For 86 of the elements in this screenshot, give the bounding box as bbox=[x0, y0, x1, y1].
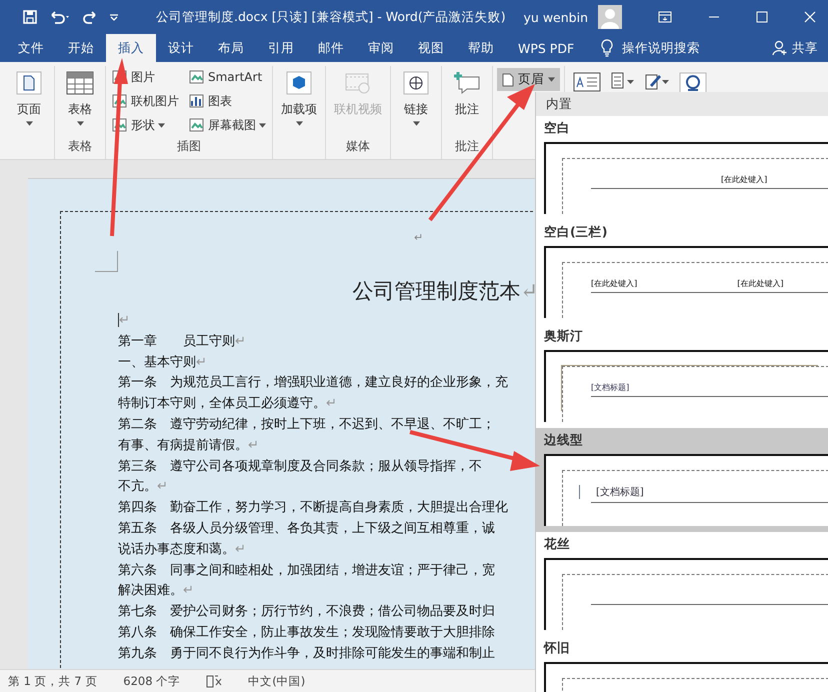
placeholder-text: [在此处键入] bbox=[591, 278, 638, 289]
document-text-line: 第三条 遵守公司各项规章制度及合同条款；服从领导指挥，不 bbox=[118, 458, 482, 476]
text-box-icon[interactable] bbox=[573, 72, 601, 92]
ribbon-button[interactable]: 加载项 bbox=[277, 66, 321, 159]
header-gallery-item[interactable]: 空白(三栏) [在此处键入] [在此处键入] bbox=[536, 220, 828, 324]
paragraph-mark: ↵ bbox=[414, 231, 424, 244]
close-icon[interactable] bbox=[804, 11, 816, 23]
document-text-line: 第七条 爱护公司财务；厉行节约，不浪费；借公司物品要及时归 bbox=[118, 603, 495, 622]
ribbon-button[interactable]: 链接 bbox=[395, 66, 437, 159]
document-text-line: 有事、有病提前请假。↵ bbox=[118, 436, 259, 455]
ribbon-tab[interactable]: 插入 bbox=[106, 34, 156, 62]
window-title: 公司管理制度.docx [只读] [兼容模式] - Word(产品激活失败) bbox=[156, 8, 506, 26]
share-person-icon[interactable] bbox=[772, 40, 788, 56]
ribbon-button[interactable]: 批注 bbox=[446, 66, 488, 138]
group-label: 媒体 bbox=[346, 138, 370, 155]
header-button[interactable]: 页眉 bbox=[497, 68, 560, 91]
group-label: 表格 bbox=[68, 138, 92, 155]
ribbon-tab[interactable]: 邮件 bbox=[306, 34, 356, 62]
document-text-line: 解决困难。↵ bbox=[118, 582, 194, 600]
word-count[interactable]: 6208 个字 bbox=[123, 674, 180, 688]
document-text-line: 第二条 遵守劳动纪律，按时上下班，不迟到、不早退、不旷工； bbox=[118, 416, 495, 434]
document-text-line: 不亢。↵ bbox=[118, 478, 168, 496]
ribbon-tab[interactable]: 布局 bbox=[206, 34, 256, 62]
quick-parts-icon[interactable] bbox=[611, 72, 635, 90]
document-text-line: 一、基本守则↵ bbox=[118, 354, 207, 372]
ribbon-tab[interactable]: 引用 bbox=[256, 34, 306, 62]
placeholder-text: [文档标题] bbox=[591, 382, 630, 393]
caret-icon bbox=[548, 77, 555, 82]
page-count[interactable]: 第 1 页，共 7 页 bbox=[8, 674, 98, 688]
header-gallery-item[interactable]: 花丝 bbox=[536, 532, 828, 636]
maximize-icon[interactable] bbox=[756, 11, 768, 23]
gallery-section-header: 内置 bbox=[536, 92, 828, 116]
user-name: yu wenbin bbox=[524, 10, 588, 24]
document-text-line: 第四条 勤奋工作，努力学习，不断提高自身素质，大胆提出合理化 bbox=[118, 499, 508, 518]
proofing-book-icon[interactable] bbox=[206, 674, 222, 688]
ribbon-button[interactable]: SmartArt bbox=[187, 66, 268, 88]
caret-icon bbox=[412, 121, 420, 126]
document-text-line: 说话办事态度和蔼。↵ bbox=[118, 540, 246, 559]
ribbon-tab[interactable]: WPS PDF bbox=[506, 34, 586, 62]
share-button[interactable]: 共享 bbox=[792, 40, 818, 56]
language-indicator[interactable]: 中文(中国) bbox=[248, 674, 306, 688]
ribbon-tab[interactable]: 设计 bbox=[156, 34, 206, 62]
document-text-line: 第六条 同事之间和睦相处，加强团结，增进友谊；严于律己，宽 bbox=[118, 562, 495, 580]
ribbon-tab[interactable]: 帮助 bbox=[456, 34, 506, 62]
header-gallery-item[interactable]: 怀旧 bbox=[536, 636, 828, 692]
caret-icon bbox=[158, 122, 165, 128]
save-icon[interactable] bbox=[22, 9, 38, 25]
ribbon-button[interactable]: 表格 bbox=[59, 66, 101, 138]
placeholder-text: [文档标题] bbox=[596, 486, 644, 499]
ribbon-button[interactable]: 图表 bbox=[187, 90, 268, 112]
document-text-line: 第九条 勇于同不良行为作斗争，及时排除可能发生的事端和制止 bbox=[118, 644, 495, 663]
placeholder-text: [在此处键入] bbox=[737, 278, 784, 289]
customize-caret-icon[interactable] bbox=[108, 12, 120, 22]
document-title: 公司管理制度范本↵ bbox=[351, 278, 538, 305]
ribbon-button[interactable]: 屏幕截图 bbox=[187, 114, 268, 136]
ribbon-tab[interactable]: 审阅 bbox=[356, 34, 406, 62]
caret-icon bbox=[76, 121, 84, 126]
tell-me-search[interactable]: 操作说明搜索 bbox=[622, 40, 700, 56]
ribbon-display-icon[interactable] bbox=[658, 11, 672, 23]
caret-icon bbox=[26, 121, 32, 126]
ribbon-tab[interactable]: 开始 bbox=[56, 34, 106, 62]
header-gallery-item[interactable]: 边线型 [文档标题] bbox=[536, 428, 828, 532]
header-gallery-item[interactable]: 空白 [在此处键入] bbox=[536, 116, 828, 220]
paragraph-mark: ↵ bbox=[119, 313, 130, 328]
signature-pen-icon[interactable] bbox=[645, 72, 669, 90]
ribbon-button[interactable]: 页面 bbox=[8, 66, 50, 159]
redo-icon[interactable] bbox=[82, 9, 98, 25]
document-text-line: 第五条 各级人员分级管理、各负其责，上下级之间互相尊重，诚 bbox=[118, 520, 495, 538]
ribbon-tab[interactable]: 文件 bbox=[6, 34, 56, 62]
ribbon-button[interactable]: 联机图片 bbox=[110, 90, 181, 112]
lightbulb-icon[interactable] bbox=[600, 39, 614, 57]
corner-mark bbox=[95, 251, 118, 272]
document-text-line: 特制订本守则，全体员工必须遵守。↵ bbox=[118, 395, 337, 414]
header-gallery-item[interactable]: 奥斯汀 [文档标题] bbox=[536, 324, 828, 428]
document-text-line: 第八条 确保工作安全，防止事故发生；发现险情要敢于大胆排除 bbox=[118, 624, 495, 642]
placeholder-text: [在此处键入] bbox=[721, 174, 768, 185]
group-label: 插图 bbox=[177, 138, 201, 155]
ribbon-button[interactable]: 形状 bbox=[110, 114, 181, 136]
document-text-line: 第一条 为规范员工言行，增强职业道德，建立良好的企业形象，充 bbox=[118, 374, 508, 392]
ribbon-tab[interactable]: 视图 bbox=[406, 34, 456, 62]
document-text-line: 第一章 员工守则↵ bbox=[118, 332, 246, 351]
page-icon bbox=[502, 72, 514, 86]
chart-icon bbox=[189, 93, 205, 109]
caret-icon bbox=[259, 122, 266, 128]
group-label: 批注 bbox=[455, 138, 479, 155]
caret-icon bbox=[296, 121, 302, 126]
